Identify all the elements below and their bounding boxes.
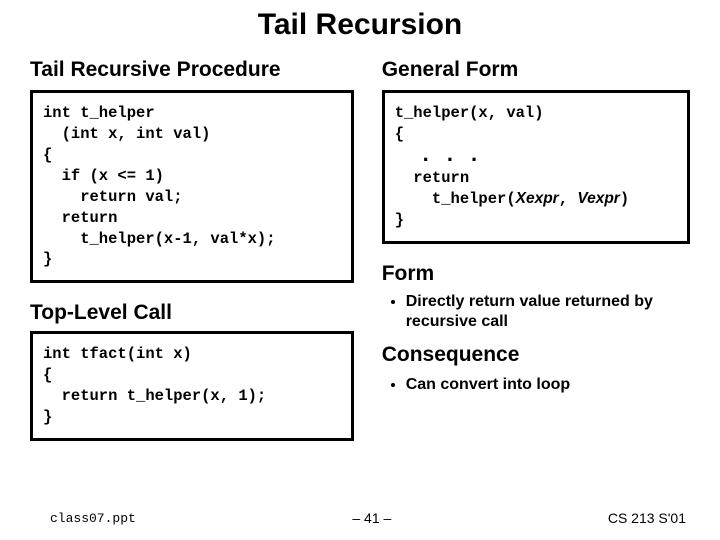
gen-line2: { bbox=[395, 125, 404, 143]
placeholder-xexpr: Xexpr bbox=[516, 190, 559, 207]
right-column: General Form t_helper(x, val) { . . . re… bbox=[382, 52, 690, 441]
gen-sep: , bbox=[559, 190, 578, 208]
gen-line3: return bbox=[395, 169, 469, 187]
slide-title: Tail Recursion bbox=[30, 8, 690, 42]
heading-tail-recursive-procedure: Tail Recursive Procedure bbox=[30, 58, 354, 82]
placeholder-vexpr: Vexpr bbox=[577, 190, 620, 207]
heading-consequence: Consequence bbox=[382, 343, 690, 367]
slide: Tail Recursion Tail Recursive Procedure … bbox=[0, 0, 720, 540]
code-tfact: int tfact(int x) { return t_helper(x, 1)… bbox=[30, 331, 354, 441]
heading-top-level-call: Top-Level Call bbox=[30, 301, 354, 325]
heading-general-form: General Form bbox=[382, 58, 690, 82]
consequence-bullet-list: Can convert into loop bbox=[382, 375, 690, 396]
gen-line4-post: ) bbox=[620, 190, 629, 208]
ellipsis-icon: . . . bbox=[423, 141, 484, 166]
gen-line5: } bbox=[395, 211, 404, 229]
left-column: Tail Recursive Procedure int t_helper (i… bbox=[30, 52, 354, 441]
form-bullet-list: Directly return value returned by recurs… bbox=[382, 292, 690, 334]
form-bullet-item: Directly return value returned by recurs… bbox=[406, 292, 690, 334]
code-general-form: t_helper(x, val) { . . . return t_helper… bbox=[382, 90, 690, 244]
footer-course: CS 213 S'01 bbox=[608, 510, 686, 526]
gen-line4-pre: t_helper( bbox=[395, 190, 516, 208]
content-columns: Tail Recursive Procedure int t_helper (i… bbox=[30, 52, 690, 441]
code-t-helper: int t_helper (int x, int val) { if (x <=… bbox=[30, 90, 354, 283]
heading-form: Form bbox=[382, 262, 690, 286]
slide-footer: class07.ppt – 41 – CS 213 S'01 bbox=[0, 510, 720, 526]
footer-page-number: – 41 – bbox=[352, 510, 391, 526]
consequence-bullet-item: Can convert into loop bbox=[406, 375, 690, 396]
gen-line1: t_helper(x, val) bbox=[395, 104, 544, 122]
footer-filename: class07.ppt bbox=[50, 511, 136, 526]
